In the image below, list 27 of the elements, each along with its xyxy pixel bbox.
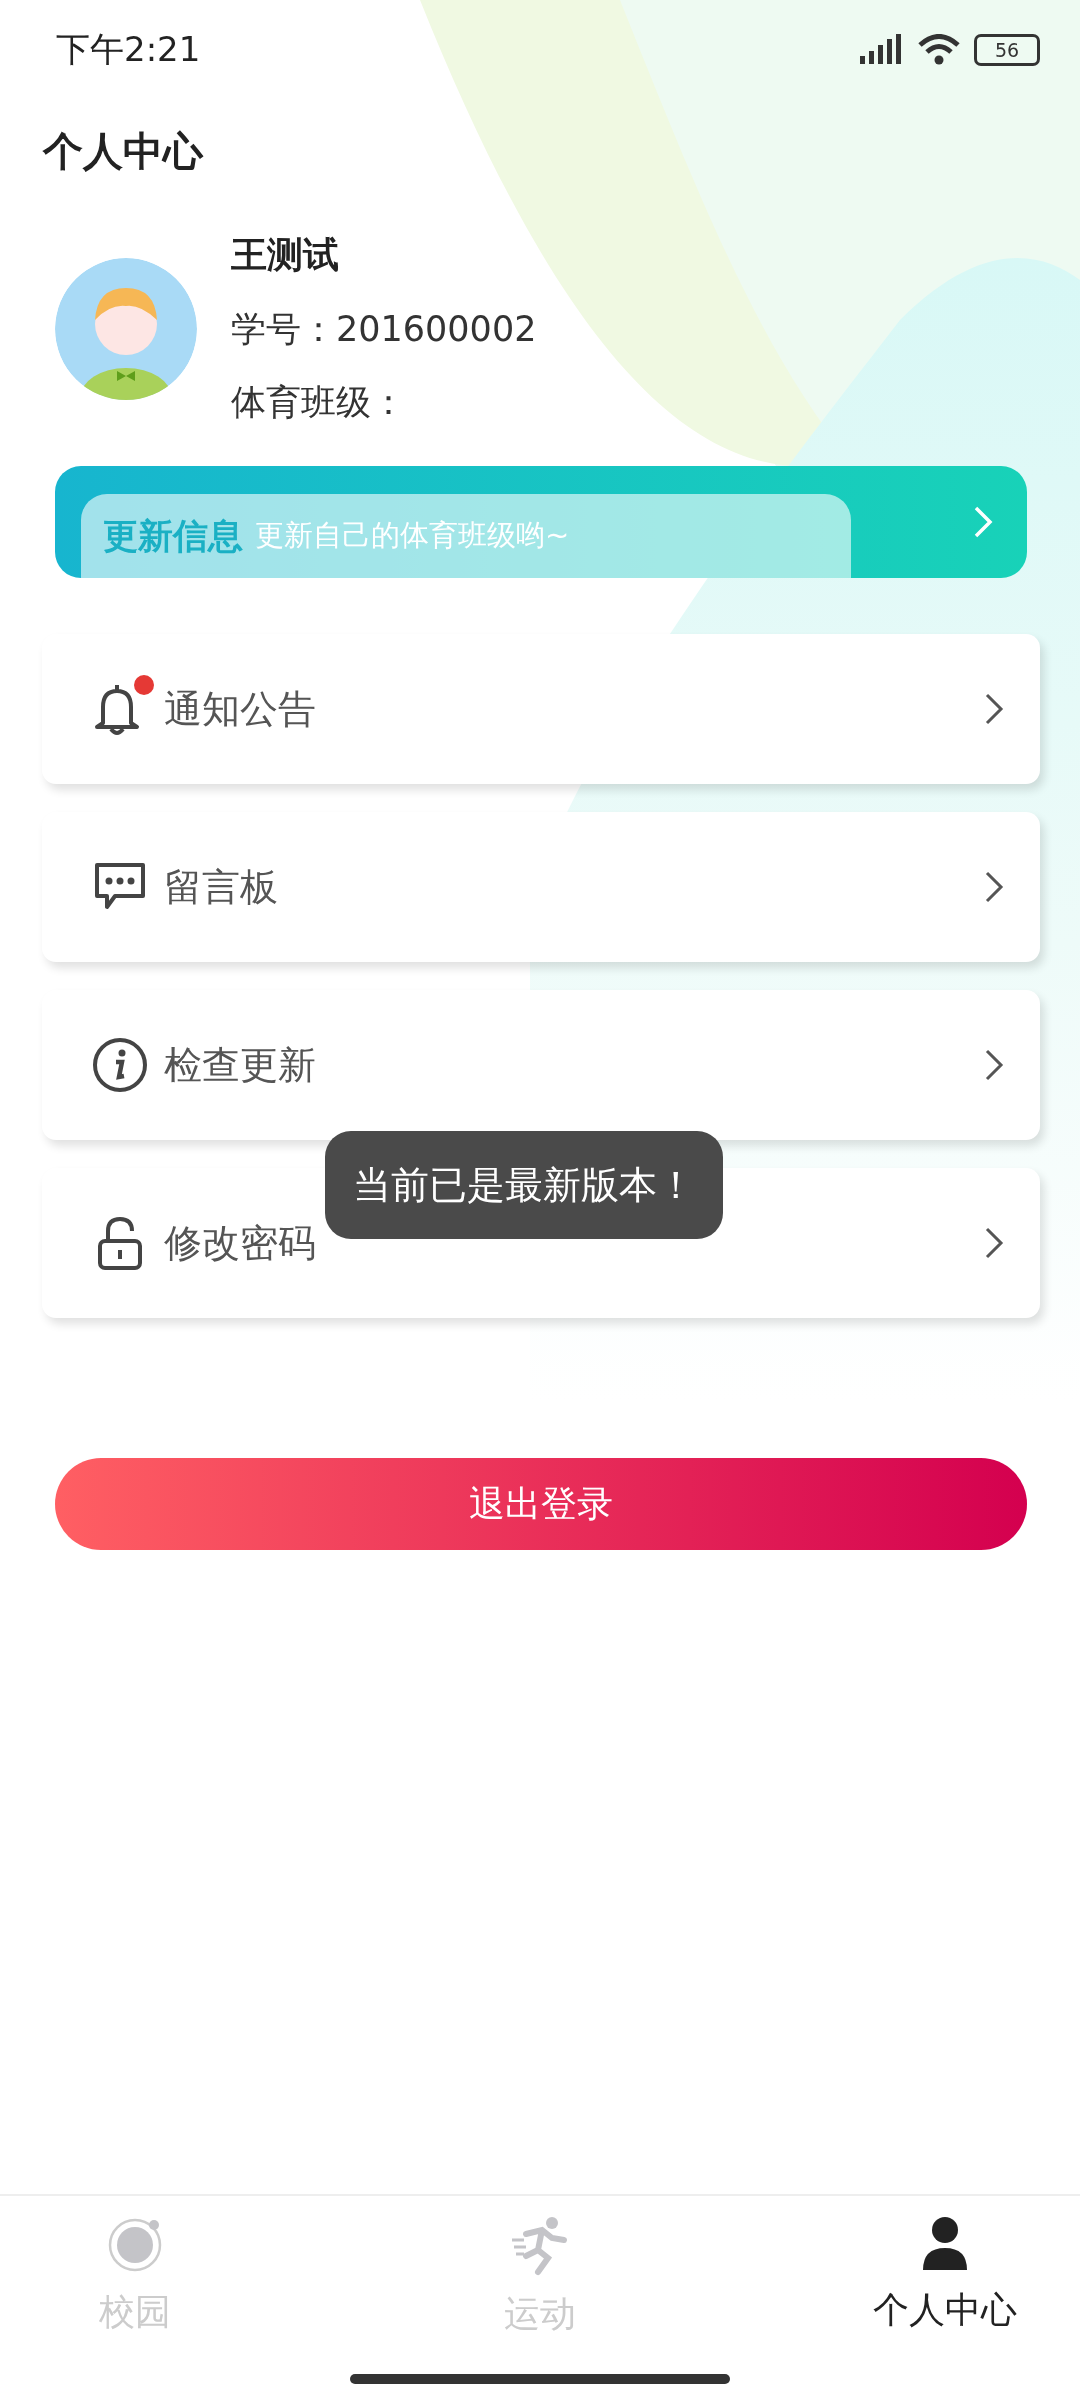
lock-icon [97, 1215, 143, 1271]
chevron-icon [973, 505, 993, 539]
wifi-icon [918, 34, 960, 66]
runner-icon [512, 2216, 568, 2276]
chevron-icon [984, 1048, 1004, 1082]
signal-icon [858, 34, 904, 66]
update-toast: 当前已是最新版本！ [325, 1131, 723, 1239]
user-name: 王测试 [231, 233, 340, 277]
avatar-icon [55, 257, 197, 400]
chevron-icon [984, 692, 1004, 726]
orbit-icon [106, 2216, 164, 2274]
page-title: 个人中心 [43, 127, 205, 176]
menu-item[interactable]: 通知公告 [42, 634, 1040, 784]
battery-icon: 56 [974, 34, 1040, 66]
message-icon [93, 862, 147, 912]
logout-button[interactable]: 退出登录 [55, 1458, 1027, 1550]
status-time: 下午2:21 [56, 28, 201, 71]
sport-class: 体育班级： [231, 381, 407, 424]
chevron-icon [984, 1226, 1004, 1260]
banner-subtitle: 更新自己的体育班级哟~ [255, 517, 570, 554]
chevron-icon [984, 870, 1004, 904]
person-icon [921, 2216, 969, 2272]
tab-item[interactable]: 个人中心 [850, 2216, 1040, 2335]
banner-title: 更新信息 [103, 514, 243, 558]
info-icon [92, 1037, 148, 1093]
student-id: 学号：201600002 [231, 308, 537, 351]
menu-item[interactable]: 留言板 [42, 812, 1040, 962]
